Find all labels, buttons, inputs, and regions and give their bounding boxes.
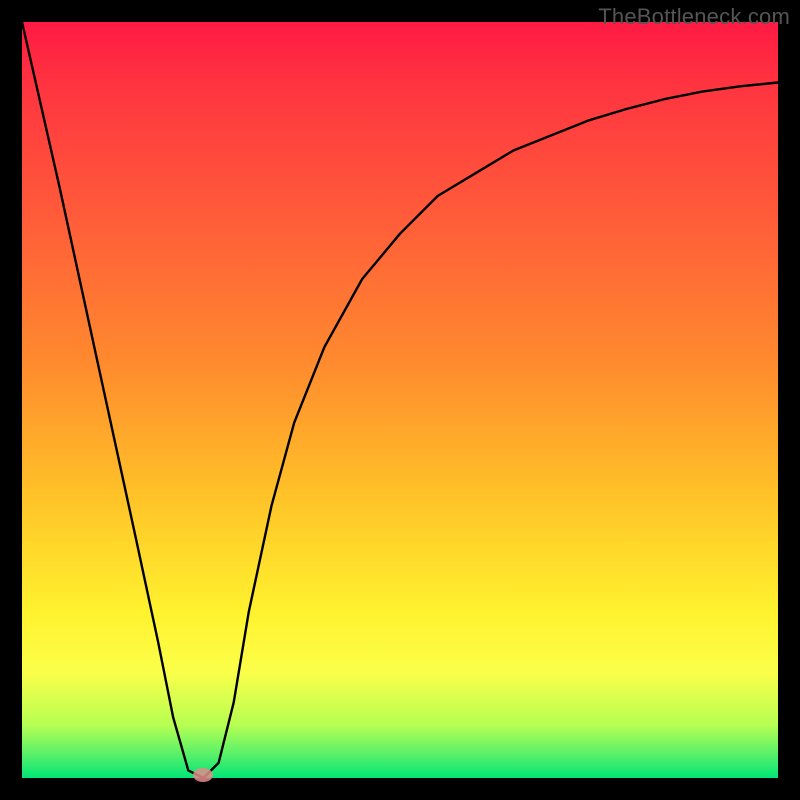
curve-svg — [22, 22, 778, 778]
curve-path — [22, 22, 778, 778]
marker-dot — [193, 768, 213, 782]
watermark-text: TheBottleneck.com — [598, 4, 790, 30]
plot-area — [22, 22, 778, 778]
chart-frame: TheBottleneck.com — [0, 0, 800, 800]
